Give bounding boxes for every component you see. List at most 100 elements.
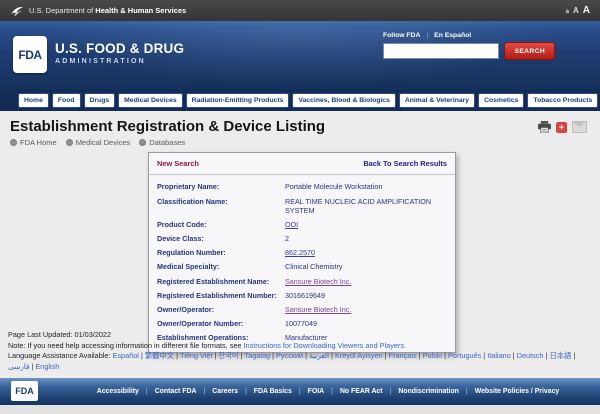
bottom-strip (0, 405, 600, 414)
footer-fda-logo[interactable]: FDA (11, 381, 38, 401)
footer-separator: | (299, 388, 301, 395)
footer-bar: FDA Accessibility | Contact FDA | Careers | FD… (0, 378, 600, 405)
language-link-tagalog[interactable]: Tagalog (245, 351, 271, 360)
footer-link-accessibility[interactable]: Accessibility (97, 388, 139, 395)
footer-link-fda-basics[interactable]: FDA Basics (254, 388, 292, 395)
brand-line1: U.S. FOOD & DRUG (55, 41, 184, 56)
search-button[interactable]: SEARCH (504, 42, 555, 60)
follow-fda-link[interactable]: Follow FDA (383, 32, 420, 39)
language-link-item[interactable]: فارسی (8, 362, 29, 371)
detail-label: Medical Specialty: (157, 262, 285, 271)
language-link-item[interactable]: Русский (276, 351, 303, 360)
detail-value-link-862-2570[interactable]: 862.2570 (285, 248, 315, 257)
en-espanol-link[interactable]: En Español (434, 32, 471, 39)
detail-value: 862.2570 (285, 248, 447, 257)
tab-cosmetics[interactable]: Cosmetics (478, 93, 524, 108)
footer-fda-logo-text: FDA (15, 386, 34, 396)
tab-vaccines-blood-biologics[interactable]: Vaccines, Blood & Biologics (292, 93, 395, 108)
hhs-top-bar: U.S. Department of Health & Human Servic… (0, 0, 600, 21)
detail-label: Owner/Operator Number: (157, 319, 285, 328)
tab-animal-veterinary[interactable]: Animal & Veterinary (399, 93, 475, 108)
footer-separator: | (203, 388, 205, 395)
search-row: SEARCH (383, 42, 555, 60)
footer-link-contact-fda[interactable]: Contact FDA (155, 388, 197, 395)
tab-tobacco-products[interactable]: Tobacco Products (527, 93, 598, 108)
note-text: Note: If you need help accessing informa… (8, 341, 244, 350)
follow-row: Follow FDA | En Español (383, 32, 555, 39)
detail-value: Clinical Chemistry (285, 262, 447, 271)
footer-links: Accessibility | Contact FDA | Careers | FDA Ba… (60, 378, 596, 405)
font-size-small-button[interactable]: a (566, 9, 569, 15)
footnotes: Page Last Updated: 01/03/2022 Note: If y… (8, 330, 594, 372)
detail-label: Device Class: (157, 234, 285, 243)
share-icon[interactable]: + (556, 122, 567, 133)
footer-separator: | (146, 388, 148, 395)
footer-link-no-fear-act[interactable]: No FEAR Act (340, 388, 383, 395)
detail-value-link-sansure-biotech-inc[interactable]: Sansure Biotech Inc. (285, 305, 351, 314)
header-right: Follow FDA | En Español SEARCH (383, 32, 555, 60)
detail-value: 2 (285, 234, 447, 243)
footer-separator: | (331, 388, 333, 395)
tab-food[interactable]: Food (52, 93, 81, 108)
font-size-controls: a A A (566, 5, 590, 16)
language-assistance: Language Assistance Available: Español |… (8, 351, 594, 372)
footer-link-nondiscrimination[interactable]: Nondiscrimination (398, 388, 459, 395)
language-link-item[interactable]: العربية (309, 351, 329, 360)
detail-value-link-ooi[interactable]: OOI (285, 220, 298, 229)
breadcrumb: FDA Home Medical Devices Databases (10, 138, 600, 147)
title-action-icons: + (538, 121, 587, 133)
new-search-link[interactable]: New Search (157, 159, 199, 168)
detail-label: Registered Establishment Name: (157, 277, 285, 286)
language-link-english[interactable]: English (35, 362, 59, 371)
tab-drugs[interactable]: Drugs (84, 93, 116, 108)
language-link-fran-ais[interactable]: Français (389, 351, 417, 360)
language-link-portugu-s[interactable]: Português (448, 351, 481, 360)
footer-separator: | (466, 388, 468, 395)
tab-home[interactable]: Home (18, 93, 49, 108)
breadcrumb-bullet-icon (10, 139, 17, 146)
page-title: Establishment Registration & Device List… (10, 118, 600, 135)
breadcrumb-bullet-icon (139, 139, 146, 146)
back-to-search-results-link[interactable]: Back To Search Results (363, 159, 447, 168)
font-size-large-button[interactable]: A (583, 5, 590, 16)
detail-row-owner-operator: Owner/Operator:Sansure Biotech Inc. (149, 302, 455, 316)
detail-label: Registered Establishment Number: (157, 291, 285, 300)
breadcrumb-medical-devices[interactable]: Medical Devices (66, 138, 131, 147)
detail-value: Sansure Biotech Inc. (285, 277, 447, 286)
language-link-polski[interactable]: Polski (423, 351, 442, 360)
tab-medical-devices[interactable]: Medical Devices (118, 93, 183, 108)
breadcrumb-label: Medical Devices (76, 138, 131, 147)
footer-link-website-policies-privacy[interactable]: Website Policies / Privacy (475, 388, 560, 395)
detail-label: Classification Name: (157, 197, 285, 216)
language-link-item[interactable]: 日本語 (549, 351, 571, 360)
detail-row-device-class: Device Class:2 (149, 232, 455, 246)
language-link-espa-ol[interactable]: Español (113, 351, 139, 360)
breadcrumb-label: FDA Home (20, 138, 57, 147)
fda-logo[interactable]: FDA (13, 36, 47, 73)
email-icon[interactable] (572, 121, 587, 133)
detail-value: Sansure Biotech Inc. (285, 305, 447, 314)
language-link-deutsch[interactable]: Deutsch (517, 351, 544, 360)
viewers-players-link[interactable]: Instructions for Downloading Viewers and… (244, 341, 407, 350)
breadcrumb-databases[interactable]: Databases (139, 138, 185, 147)
detail-label: Product Code: (157, 220, 285, 229)
search-input[interactable] (383, 43, 499, 59)
detail-value: 10077049 (285, 319, 447, 328)
language-link-krey-l-ayisyen[interactable]: Kreyòl Ayisyen (335, 351, 383, 360)
language-link-ti-ng-vi-t[interactable]: Tiếng Việt (180, 351, 212, 360)
footer-link-foia[interactable]: FOIA (308, 388, 324, 395)
footer-link-careers[interactable]: Careers (212, 388, 238, 395)
language-link-item[interactable]: 한국어 (218, 351, 238, 360)
language-link-item[interactable]: 繁體中文 (145, 351, 174, 360)
page-last-updated: Page Last Updated: 01/03/2022 (8, 330, 594, 341)
file-format-note: Note: If you need help accessing informa… (8, 341, 594, 352)
footer-separator: | (390, 388, 392, 395)
detail-row-proprietary-name: Proprietary Name:Portable Molecule Works… (149, 180, 455, 194)
tab-radiation-emitting-products[interactable]: Radiation-Emitting Products (186, 93, 290, 108)
print-icon[interactable] (538, 121, 551, 133)
breadcrumb-fda-home[interactable]: FDA Home (10, 138, 57, 147)
detail-value-link-sansure-biotech-inc[interactable]: Sansure Biotech Inc. (285, 277, 351, 286)
fda-registration-page: U.S. Department of Health & Human Servic… (0, 0, 600, 414)
font-size-medium-button[interactable]: A (573, 6, 579, 15)
language-link-italiano[interactable]: Italiano (487, 351, 511, 360)
